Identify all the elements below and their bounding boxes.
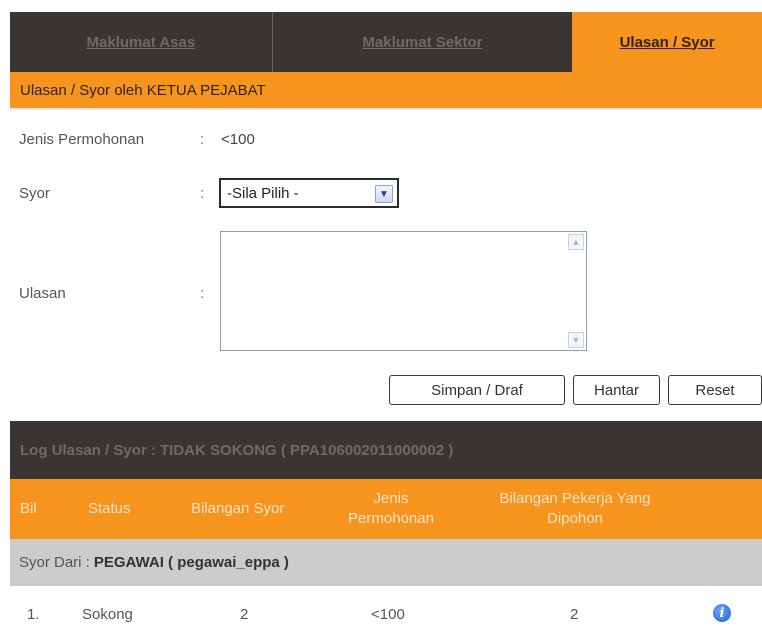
group-value: PEGAWAI ( pegawai_eppa ): [93, 554, 289, 571]
page: Maklumat Asas Maklumat Sektor Ulasan / S…: [0, 0, 762, 644]
syor-select[interactable]: -Sila Pilih - ▼: [219, 178, 399, 208]
tab-ulasan-syor[interactable]: Ulasan / Syor: [572, 12, 762, 72]
header-status: Status: [88, 500, 131, 517]
header-bilangan-syor: Bilangan Syor: [191, 500, 285, 517]
textarea-scrollbar[interactable]: ▲ ▼: [568, 234, 584, 348]
colon: :: [200, 285, 205, 302]
log-table-header: Bil Status Bilangan Syor Jenis Permohona…: [10, 479, 762, 539]
log-section-title: Log Ulasan / Syor : TIDAK SOKONG ( PPA10…: [10, 421, 762, 479]
jenis-permohonan-value: <100: [221, 131, 255, 148]
cell-pekerja: 2: [570, 606, 579, 623]
cell-bil: 1.: [27, 606, 40, 623]
cell-status: Sokong: [82, 606, 133, 623]
colon: :: [200, 185, 205, 202]
chevron-down-icon[interactable]: ▼: [375, 185, 393, 203]
info-icon[interactable]: i: [713, 604, 731, 622]
header-bil: Bil: [20, 500, 37, 517]
cell-jenis: <100: [371, 606, 405, 623]
syor-select-value: -Sila Pilih -: [227, 184, 299, 202]
ulasan-textarea[interactable]: ▲ ▼: [220, 231, 587, 351]
ulasan-label: Ulasan: [19, 285, 66, 302]
jenis-permohonan-label: Jenis Permohonan: [19, 131, 145, 148]
tab-bar: Maklumat Asas Maklumat Sektor Ulasan / S…: [10, 12, 762, 72]
header-bilangan-pekerja: Bilangan Pekerja Yang Dipohon: [499, 490, 651, 527]
tab-maklumat-sektor[interactable]: Maklumat Sektor: [272, 12, 573, 72]
group-row: Syor Dari : PEGAWAI ( pegawai_eppa ): [10, 539, 762, 586]
header-jenis-permohonan: Jenis Permohonan: [348, 490, 434, 527]
scroll-down-icon[interactable]: ▼: [568, 332, 584, 348]
simpan-draf-button[interactable]: Simpan / Draf: [389, 375, 565, 405]
hantar-button[interactable]: Hantar: [573, 375, 660, 405]
syor-label: Syor: [19, 185, 50, 202]
reset-button[interactable]: Reset: [668, 375, 762, 405]
table-row: 1. Sokong 2 <100 2 i: [10, 586, 762, 644]
tab-maklumat-asas[interactable]: Maklumat Asas: [10, 12, 273, 72]
scroll-up-icon[interactable]: ▲: [568, 234, 584, 250]
group-label: Syor Dari :: [19, 554, 90, 571]
colon: :: [200, 131, 205, 148]
form-section-title: Ulasan / Syor oleh KETUA PEJABAT: [10, 72, 762, 108]
cell-bilangan-syor: 2: [240, 606, 249, 623]
